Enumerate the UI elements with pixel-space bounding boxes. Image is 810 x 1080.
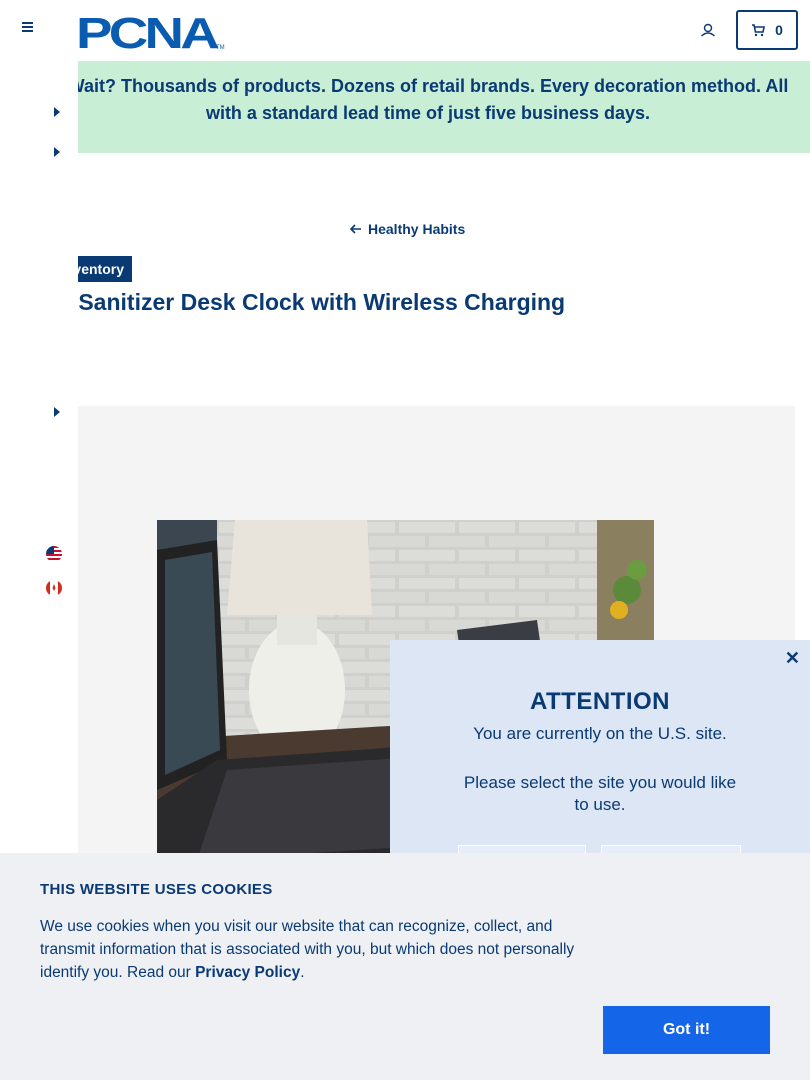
caret-right-icon[interactable]	[54, 107, 60, 117]
back-to-category-link[interactable]: Healthy Habits	[350, 221, 465, 237]
account-icon[interactable]	[698, 20, 718, 40]
site-selection-modal: ✕ ATTENTION You are currently on the U.S…	[390, 640, 810, 885]
svg-text:TM: TM	[216, 45, 225, 51]
pcna-logo[interactable]: PCNA TM	[76, 10, 226, 52]
svg-text:PCNA: PCNA	[76, 10, 219, 52]
close-icon[interactable]: ✕	[785, 648, 800, 669]
privacy-policy-link[interactable]: Privacy Policy	[195, 964, 300, 981]
canada-flag-icon[interactable]	[46, 580, 62, 596]
cart-button[interactable]: 0	[736, 10, 798, 50]
site-header: PCNA TM 0	[0, 0, 810, 61]
cookie-body: We use cookies when you visit our websit…	[40, 918, 575, 981]
product-title: UV Sanitizer Desk Clock with Wireless Ch…	[40, 289, 566, 315]
current-site-text: You are currently on the U.S. site.	[473, 724, 727, 743]
hamburger-menu-icon[interactable]	[18, 20, 38, 40]
cookie-banner: THIS WEBSITE USES COOKIES We use cookies…	[0, 853, 810, 1080]
promo-banner-text: Wait? Thousands of products. Dozens of r…	[67, 76, 789, 123]
caret-right-icon[interactable]	[54, 407, 60, 417]
us-flag-icon[interactable]	[46, 546, 62, 562]
accept-cookies-button[interactable]: Got it!	[603, 1006, 770, 1054]
back-link-label: Healthy Habits	[368, 221, 466, 237]
page: Wait? Thousands of products. Dozens of r…	[0, 0, 810, 1080]
cart-count: 0	[775, 22, 783, 38]
arrow-left-icon	[350, 224, 361, 234]
cookie-text: We use cookies when you visit our websit…	[40, 915, 600, 984]
cookie-period: .	[300, 964, 305, 981]
promo-banner: Wait? Thousands of products. Dozens of r…	[68, 61, 810, 153]
cookie-title: THIS WEBSITE USES COOKIES	[40, 881, 273, 898]
caret-right-icon[interactable]	[54, 147, 60, 157]
site-prompt-text: Please select the site you would like to…	[463, 773, 737, 814]
cart-icon	[752, 24, 766, 37]
modal-title: ATTENTION	[529, 688, 671, 715]
